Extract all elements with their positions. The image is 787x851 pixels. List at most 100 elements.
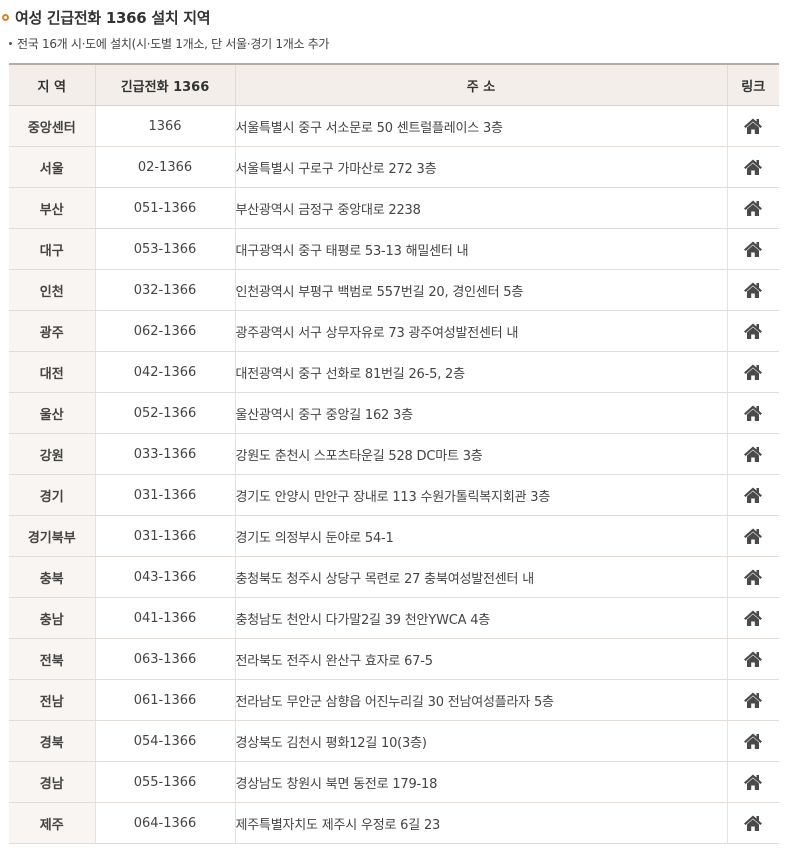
link-cell [726, 433, 779, 475]
region-cell: 전남 [9, 679, 95, 721]
home-link-icon[interactable] [743, 281, 763, 299]
address-cell: 제주특별자치도 제주시 우정로 6길 23 [234, 802, 727, 844]
address-cell: 전라남도 무안군 삼향읍 어진누리길 30 전남여성플라자 5층 [234, 679, 727, 721]
region-cell: 인천 [9, 269, 95, 311]
home-link-icon[interactable] [743, 117, 763, 135]
table-row: 전북 063-1366 전라북도 전주시 완산구 효자로 67-5 [9, 638, 779, 680]
region-cell: 제주 [9, 802, 95, 844]
home-link-icon[interactable] [743, 732, 763, 750]
home-link-icon[interactable] [743, 322, 763, 340]
link-cell [726, 269, 779, 311]
home-link-icon[interactable] [743, 199, 763, 217]
region-cell: 서울 [9, 146, 95, 188]
region-table: 지 역 긴급전화 1366 주 소 링크 중앙센터 1366 서울특별시 중구 서소… [9, 63, 779, 844]
page-subtitle: 전국 16개 시·도에 설치(시·도별 1개소, 단 서울·경기 1개소 추가 [17, 36, 330, 51]
phone-cell: 02-1366 [94, 146, 235, 188]
link-cell [726, 720, 779, 762]
address-cell: 경기도 안양시 만안구 장내로 113 수원가톨릭복지회관 3층 [234, 474, 727, 516]
region-cell: 대전 [9, 351, 95, 393]
phone-cell: 055-1366 [94, 761, 235, 803]
address-cell: 경상북도 김천시 평화12길 10(3층) [234, 720, 727, 762]
phone-cell: 1366 [94, 105, 235, 147]
phone-cell: 043-1366 [94, 556, 235, 598]
phone-cell: 064-1366 [94, 802, 235, 844]
address-cell: 전라북도 전주시 완산구 효자로 67-5 [234, 638, 727, 680]
link-cell [726, 392, 779, 434]
table-row: 경북 054-1366 경상북도 김천시 평화12길 10(3층) [9, 720, 779, 762]
phone-cell: 063-1366 [94, 638, 235, 680]
address-cell: 대전광역시 중구 선화로 81번길 26-5, 2층 [234, 351, 727, 393]
home-link-icon[interactable] [743, 486, 763, 504]
address-cell: 강원도 춘천시 스포츠타운길 528 DC마트 3층 [234, 433, 727, 475]
address-cell: 대구광역시 중구 태평로 53-13 해밀센터 내 [234, 228, 727, 270]
table-row: 제주 064-1366 제주특별자치도 제주시 우정로 6길 23 [9, 802, 779, 844]
table-row: 경남 055-1366 경상남도 창원시 북면 동전로 179-18 [9, 761, 779, 803]
home-link-icon[interactable] [743, 609, 763, 627]
table-header-row: 지 역 긴급전화 1366 주 소 링크 [9, 64, 779, 106]
address-cell: 충청남도 천안시 다가말2길 39 천안YWCA 4층 [234, 597, 727, 639]
home-link-icon[interactable] [743, 691, 763, 709]
address-cell: 경기도 의정부시 둔야로 54-1 [234, 515, 727, 557]
page-title: 여성 긴급전화 1366 설치 지역 [15, 8, 211, 27]
phone-cell: 052-1366 [94, 392, 235, 434]
table-row: 전남 061-1366 전라남도 무안군 삼향읍 어진누리길 30 전남여성플라자 … [9, 679, 779, 721]
link-cell [726, 474, 779, 516]
table-row: 대전 042-1366 대전광역시 중구 선화로 81번길 26-5, 2층 [9, 351, 779, 393]
home-link-icon[interactable] [743, 527, 763, 545]
address-cell: 충청북도 청주시 상당구 목련로 27 충북여성발전센터 내 [234, 556, 727, 598]
link-cell [726, 310, 779, 352]
home-link-icon[interactable] [743, 158, 763, 176]
address-cell: 서울특별시 중구 서소문로 50 센트럴플레이스 3층 [234, 105, 727, 147]
link-cell [726, 105, 779, 147]
phone-cell: 061-1366 [94, 679, 235, 721]
phone-cell: 041-1366 [94, 597, 235, 639]
table-row: 강원 033-1366 강원도 춘천시 스포츠타운길 528 DC마트 3층 [9, 433, 779, 475]
phone-cell: 031-1366 [94, 474, 235, 516]
home-link-icon[interactable] [743, 404, 763, 422]
home-link-icon[interactable] [743, 568, 763, 586]
region-cell: 경남 [9, 761, 95, 803]
column-header-address: 주 소 [234, 64, 727, 106]
address-cell: 울산광역시 중구 중앙길 162 3층 [234, 392, 727, 434]
link-cell [726, 146, 779, 188]
home-link-icon[interactable] [743, 773, 763, 791]
region-cell: 강원 [9, 433, 95, 475]
page-title-row: 여성 긴급전화 1366 설치 지역 [2, 6, 211, 28]
region-cell: 충북 [9, 556, 95, 598]
link-cell [726, 638, 779, 680]
table-body: 중앙센터 1366 서울특별시 중구 서소문로 50 센트럴플레이스 3층서울 02-… [9, 105, 779, 844]
region-cell: 부산 [9, 187, 95, 229]
link-cell [726, 515, 779, 557]
table-row: 광주 062-1366 광주광역시 서구 상무자유로 73 광주여성발전센터 내 [9, 310, 779, 352]
phone-cell: 053-1366 [94, 228, 235, 270]
home-link-icon[interactable] [743, 363, 763, 381]
column-header-link: 링크 [726, 64, 779, 106]
region-cell: 중앙센터 [9, 105, 95, 147]
column-header-phone: 긴급전화 1366 [94, 64, 235, 106]
subtitle-row: 전국 16개 시·도에 설치(시·도별 1개소, 단 서울·경기 1개소 추가 [9, 34, 329, 52]
table-row: 울산 052-1366 울산광역시 중구 중앙길 162 3층 [9, 392, 779, 434]
link-cell [726, 556, 779, 598]
table-row: 부산 051-1366 부산광역시 금정구 중앙대로 2238 [9, 187, 779, 229]
table-row: 경기북부 031-1366 경기도 의정부시 둔야로 54-1 [9, 515, 779, 557]
table-row: 경기 031-1366 경기도 안양시 만안구 장내로 113 수원가톨릭복지회관 … [9, 474, 779, 516]
phone-cell: 031-1366 [94, 515, 235, 557]
phone-cell: 042-1366 [94, 351, 235, 393]
phone-cell: 054-1366 [94, 720, 235, 762]
phone-cell: 051-1366 [94, 187, 235, 229]
phone-cell: 062-1366 [94, 310, 235, 352]
link-cell [726, 761, 779, 803]
address-cell: 인천광역시 부평구 백범로 557번길 20, 경인센터 5층 [234, 269, 727, 311]
home-link-icon[interactable] [743, 445, 763, 463]
home-link-icon[interactable] [743, 650, 763, 668]
phone-cell: 033-1366 [94, 433, 235, 475]
column-header-region: 지 역 [9, 64, 95, 106]
region-cell: 경북 [9, 720, 95, 762]
home-link-icon[interactable] [743, 814, 763, 832]
bullet-dot-icon [9, 41, 12, 45]
address-cell: 경상남도 창원시 북면 동전로 179-18 [234, 761, 727, 803]
region-cell: 광주 [9, 310, 95, 352]
region-cell: 충남 [9, 597, 95, 639]
table-row: 충북 043-1366 충청북도 청주시 상당구 목련로 27 충북여성발전센터 내 [9, 556, 779, 598]
home-link-icon[interactable] [743, 240, 763, 258]
